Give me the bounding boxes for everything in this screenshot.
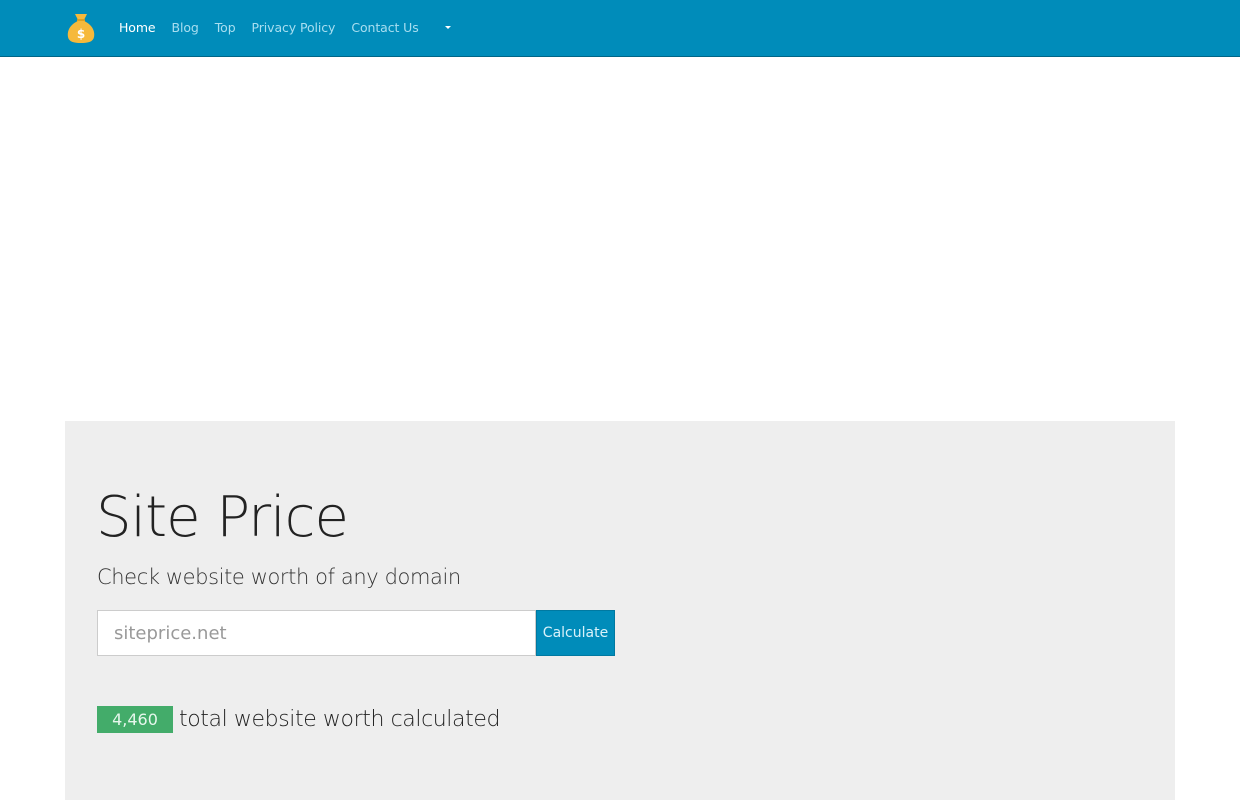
count-badge: 4,460 <box>97 706 173 733</box>
nav-dropdown-toggle[interactable] <box>427 0 459 56</box>
logo-link[interactable]: $ <box>66 12 96 44</box>
caret-down-icon <box>444 25 451 29</box>
count-description: total website worth calculated <box>179 707 501 732</box>
total-calculated-stat: 4,460 total website worth calculated <box>97 706 500 733</box>
page-subtitle: Check website worth of any domain <box>97 565 461 589</box>
hero-jumbotron: Site Price Check website worth of any do… <box>65 421 1175 800</box>
svg-text:$: $ <box>77 27 85 41</box>
nav-contact-us[interactable]: Contact Us <box>343 0 426 56</box>
nav-top[interactable]: Top <box>207 0 244 56</box>
nav-home[interactable]: Home <box>111 0 164 56</box>
top-navbar: $ Home Blog Top Privacy Policy Contact U… <box>0 0 1240 57</box>
calculate-button[interactable]: Calculate <box>536 610 615 656</box>
nav-blog[interactable]: Blog <box>164 0 207 56</box>
nav-privacy-policy[interactable]: Privacy Policy <box>244 0 344 56</box>
money-bag-icon: $ <box>67 14 95 43</box>
domain-input[interactable] <box>97 610 536 656</box>
page-title: Site Price <box>96 485 349 550</box>
main-nav: Home Blog Top Privacy Policy Contact Us <box>111 0 459 56</box>
domain-search-form: Calculate <box>97 610 615 656</box>
